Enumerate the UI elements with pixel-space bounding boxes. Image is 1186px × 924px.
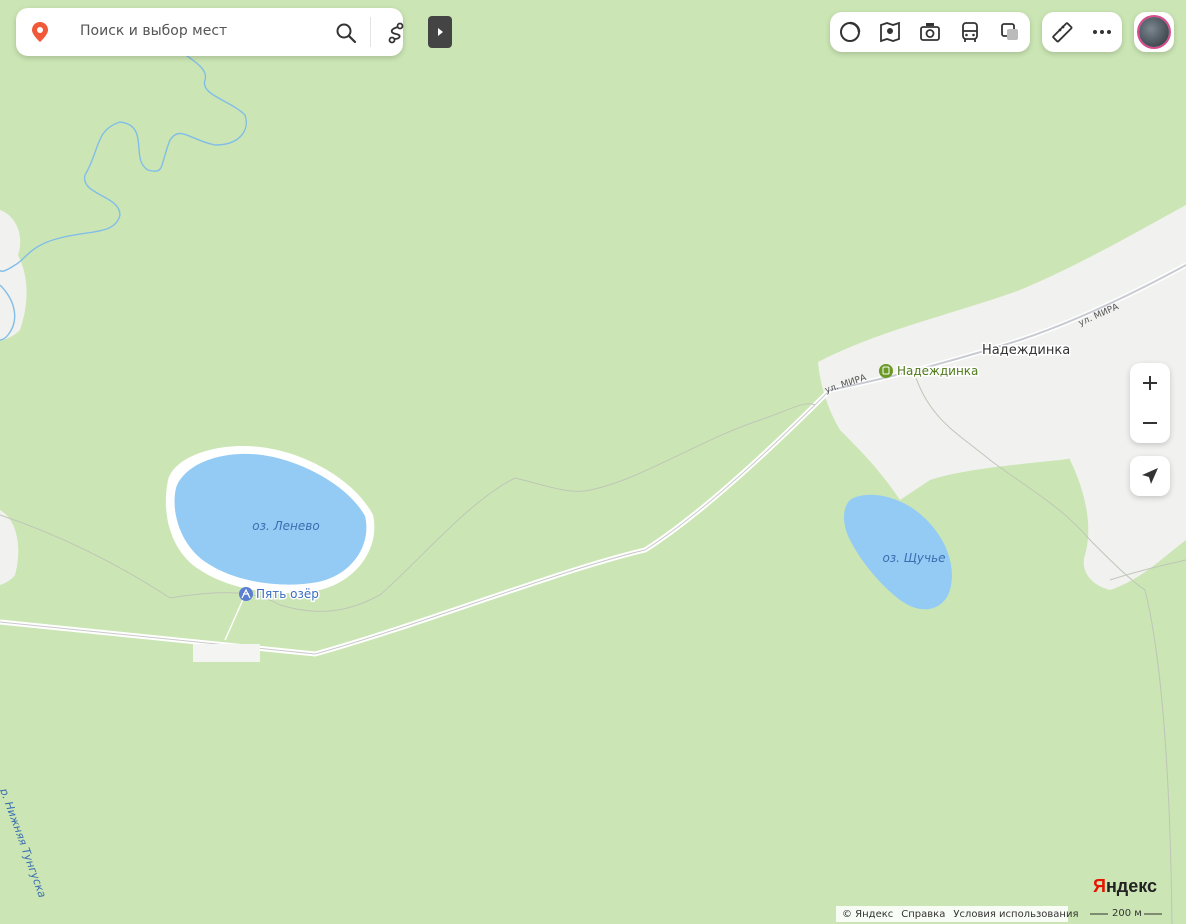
scale-label: 200 м <box>1112 908 1142 919</box>
search-panel: Поиск и выбор мест <box>16 8 404 56</box>
avatar <box>1139 17 1169 47</box>
layers-panel <box>830 12 1030 52</box>
railway-station-label: Надеждинка <box>897 364 978 378</box>
more-icon[interactable] <box>1090 20 1114 44</box>
scale-bar: 200 м <box>1090 906 1162 922</box>
zoom-in-button[interactable] <box>1130 363 1170 403</box>
terms-link[interactable]: Условия использования <box>953 909 1078 920</box>
transit-icon[interactable] <box>958 20 982 44</box>
locate-icon <box>1142 468 1158 484</box>
ruler-icon[interactable] <box>1050 20 1074 44</box>
collapse-icon <box>438 28 443 36</box>
profile-button[interactable] <box>1134 12 1174 52</box>
poi-five-lakes-label: Пять озёр <box>256 587 319 601</box>
camera-icon[interactable] <box>918 20 942 44</box>
map-canvas[interactable]: оз. Ленево оз. Щучье Пять озёр Надеждинк… <box>0 0 1186 924</box>
help-link[interactable]: Справка <box>901 909 945 920</box>
locate-button[interactable] <box>1130 456 1170 496</box>
route-icon[interactable] <box>384 21 408 45</box>
platform <box>193 644 260 662</box>
zoom-controls <box>1130 363 1170 443</box>
search-icon[interactable] <box>334 21 358 45</box>
lake-shchuchye-label: оз. Щучье <box>882 551 945 565</box>
map-pin-icon <box>32 22 48 42</box>
railway-station-icon <box>879 364 893 378</box>
copyright-link[interactable]: © Яндекс <box>842 909 893 920</box>
yandex-logo: Яндекс <box>1093 876 1158 896</box>
collapse-panel-button[interactable] <box>428 16 452 48</box>
lake-lenevo-label: оз. Ленево <box>252 519 319 533</box>
zoom-out-button[interactable] <box>1130 403 1170 443</box>
village-label[interactable]: Надеждинка <box>981 342 1072 360</box>
poi-five-lakes[interactable]: Пять озёр <box>239 586 320 603</box>
footer-bar: © Яндекс Справка Условия использования <box>836 906 1078 922</box>
tools-panel <box>1042 12 1122 52</box>
traffic-icon[interactable] <box>838 20 862 44</box>
search-input[interactable]: Поиск и выбор мест <box>80 23 227 39</box>
layers-icon[interactable] <box>998 20 1022 44</box>
panorama-icon[interactable] <box>878 20 902 44</box>
search-divider <box>370 17 371 47</box>
